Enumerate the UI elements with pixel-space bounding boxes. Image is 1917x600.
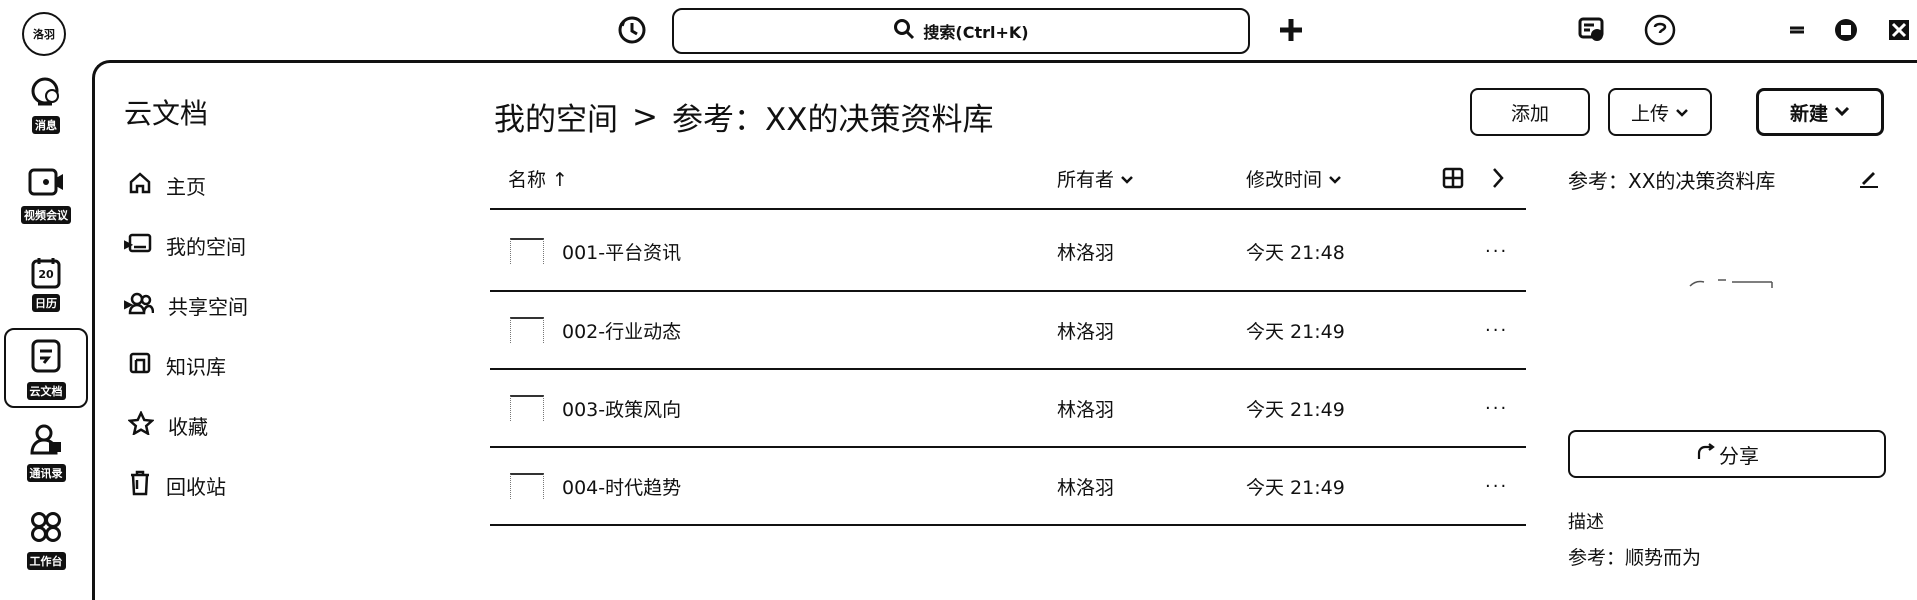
- folder-icon: [510, 213, 544, 289]
- more-icon[interactable]: ···: [1485, 213, 1508, 289]
- chevron-right-icon[interactable]: [1485, 164, 1511, 192]
- more-icon[interactable]: ···: [1485, 370, 1508, 446]
- file-owner: 林洛羽: [1057, 476, 1115, 499]
- chevron-down-icon: [1834, 101, 1850, 123]
- new-button[interactable]: 新建: [1756, 88, 1884, 136]
- calendar-icon: 20: [30, 256, 62, 290]
- column-header-name[interactable]: 名称 ↑: [508, 165, 568, 192]
- table-row[interactable]: 003-政策风向 林洛羽 今天 21:49 ···: [490, 370, 1526, 446]
- file-owner: 林洛羽: [1057, 398, 1115, 421]
- people-icon: [128, 291, 155, 320]
- breadcrumb-root[interactable]: 我的空间: [494, 94, 618, 139]
- file-name[interactable]: 002-行业动态: [562, 292, 681, 368]
- column-header-modified[interactable]: 修改时间: [1246, 165, 1342, 192]
- edit-icon[interactable]: [1856, 164, 1882, 190]
- folder-icon: [510, 292, 544, 368]
- file-modified: 今天 21:49: [1246, 476, 1345, 499]
- chat-icon: [28, 76, 64, 112]
- file-modified: 今天 21:48: [1246, 241, 1345, 264]
- video-icon: [26, 166, 66, 202]
- search-icon: [893, 18, 915, 44]
- home-icon: [128, 171, 152, 200]
- rail-item-contacts[interactable]: 通讯录: [4, 422, 88, 498]
- app-rail: 消息 视频会议 20 日历 云文档 通讯录 工作台: [0, 62, 92, 590]
- contacts-icon: [29, 422, 63, 460]
- chevron-down-icon: [1120, 168, 1134, 190]
- book-icon: [128, 351, 152, 380]
- breadcrumb-current: 参考：XX的决策资料库: [671, 102, 994, 138]
- file-name[interactable]: 003-政策风向: [562, 370, 681, 446]
- help-icon[interactable]: [1642, 12, 1678, 48]
- more-icon[interactable]: ···: [1485, 292, 1508, 368]
- chevron-down-icon: [1328, 168, 1342, 190]
- sidebar-item-knowledge-base[interactable]: 知识库: [128, 345, 226, 385]
- row-divider: [490, 524, 1526, 526]
- add-button[interactable]: 添加: [1470, 88, 1590, 136]
- rail-item-video[interactable]: 视频会议: [4, 166, 88, 242]
- table-row[interactable]: 001-平台资讯 林洛羽 今天 21:48 ···: [490, 213, 1526, 289]
- rail-item-messages[interactable]: 消息: [4, 76, 88, 152]
- share-button[interactable]: 分享: [1568, 430, 1886, 478]
- minimize-icon[interactable]: [1787, 20, 1807, 40]
- apps-icon: [29, 510, 63, 548]
- search-label: 搜索(Ctrl+K): [923, 23, 1029, 42]
- upload-button[interactable]: 上传: [1608, 88, 1712, 136]
- sidebar-item-shared-space[interactable]: 共享空间: [128, 285, 248, 325]
- sidebar-title: 云文档: [124, 97, 209, 130]
- search-box[interactable]: 搜索(Ctrl+K): [672, 8, 1250, 54]
- detail-title: 参考：XX的决策资料库: [1568, 169, 1776, 193]
- folder-icon: [128, 232, 152, 259]
- description-label: 描述: [1568, 512, 1604, 533]
- grid-view-icon[interactable]: [1440, 165, 1466, 191]
- sidebar-item-my-space[interactable]: 我的空间: [128, 225, 246, 265]
- rail-item-workbench[interactable]: 工作台: [4, 510, 88, 586]
- sidebar-item-favorites[interactable]: 收藏: [127, 405, 208, 445]
- file-modified: 今天 21:49: [1246, 320, 1345, 343]
- file-name[interactable]: 004-时代趋势: [562, 448, 681, 524]
- description-text: 参考：顺势而为: [1568, 547, 1702, 569]
- file-name[interactable]: 001-平台资讯: [562, 213, 681, 289]
- add-icon[interactable]: [1275, 14, 1307, 46]
- file-owner: 林洛羽: [1057, 241, 1115, 264]
- sidebar-item-home[interactable]: 主页: [128, 165, 206, 205]
- table-row[interactable]: 002-行业动态 林洛羽 今天 21:49 ···: [490, 292, 1526, 368]
- document-icon: [29, 338, 63, 378]
- chevron-down-icon: [1675, 101, 1689, 123]
- top-bar: 洛羽 搜索(Ctrl+K): [0, 0, 1917, 62]
- breadcrumb: 我的空间 > 参考：XX的决策资料库: [494, 94, 993, 139]
- history-icon[interactable]: [614, 12, 650, 48]
- column-header-owner[interactable]: 所有者: [1057, 165, 1134, 192]
- breadcrumb-separator: >: [632, 98, 658, 135]
- folder-preview-icon: [1688, 272, 1774, 292]
- table-row[interactable]: 004-时代趋势 林洛羽 今天 21:49 ···: [490, 448, 1526, 524]
- table-divider: [490, 208, 1526, 210]
- rail-item-docs[interactable]: 云文档: [4, 328, 88, 408]
- share-icon: [1695, 442, 1715, 466]
- file-modified: 今天 21:49: [1246, 398, 1345, 421]
- more-icon[interactable]: ···: [1485, 448, 1508, 524]
- screen-share-icon[interactable]: [1575, 13, 1609, 47]
- maximize-icon[interactable]: [1832, 16, 1860, 44]
- rail-item-calendar[interactable]: 20 日历: [4, 256, 88, 332]
- folder-icon: [510, 448, 544, 524]
- sidebar-item-trash[interactable]: 回收站: [128, 465, 226, 505]
- trash-icon: [128, 470, 152, 501]
- user-avatar[interactable]: 洛羽: [22, 12, 66, 56]
- file-owner: 林洛羽: [1057, 320, 1115, 343]
- folder-icon: [510, 370, 544, 446]
- close-icon[interactable]: [1885, 16, 1913, 44]
- star-icon: [127, 409, 155, 440]
